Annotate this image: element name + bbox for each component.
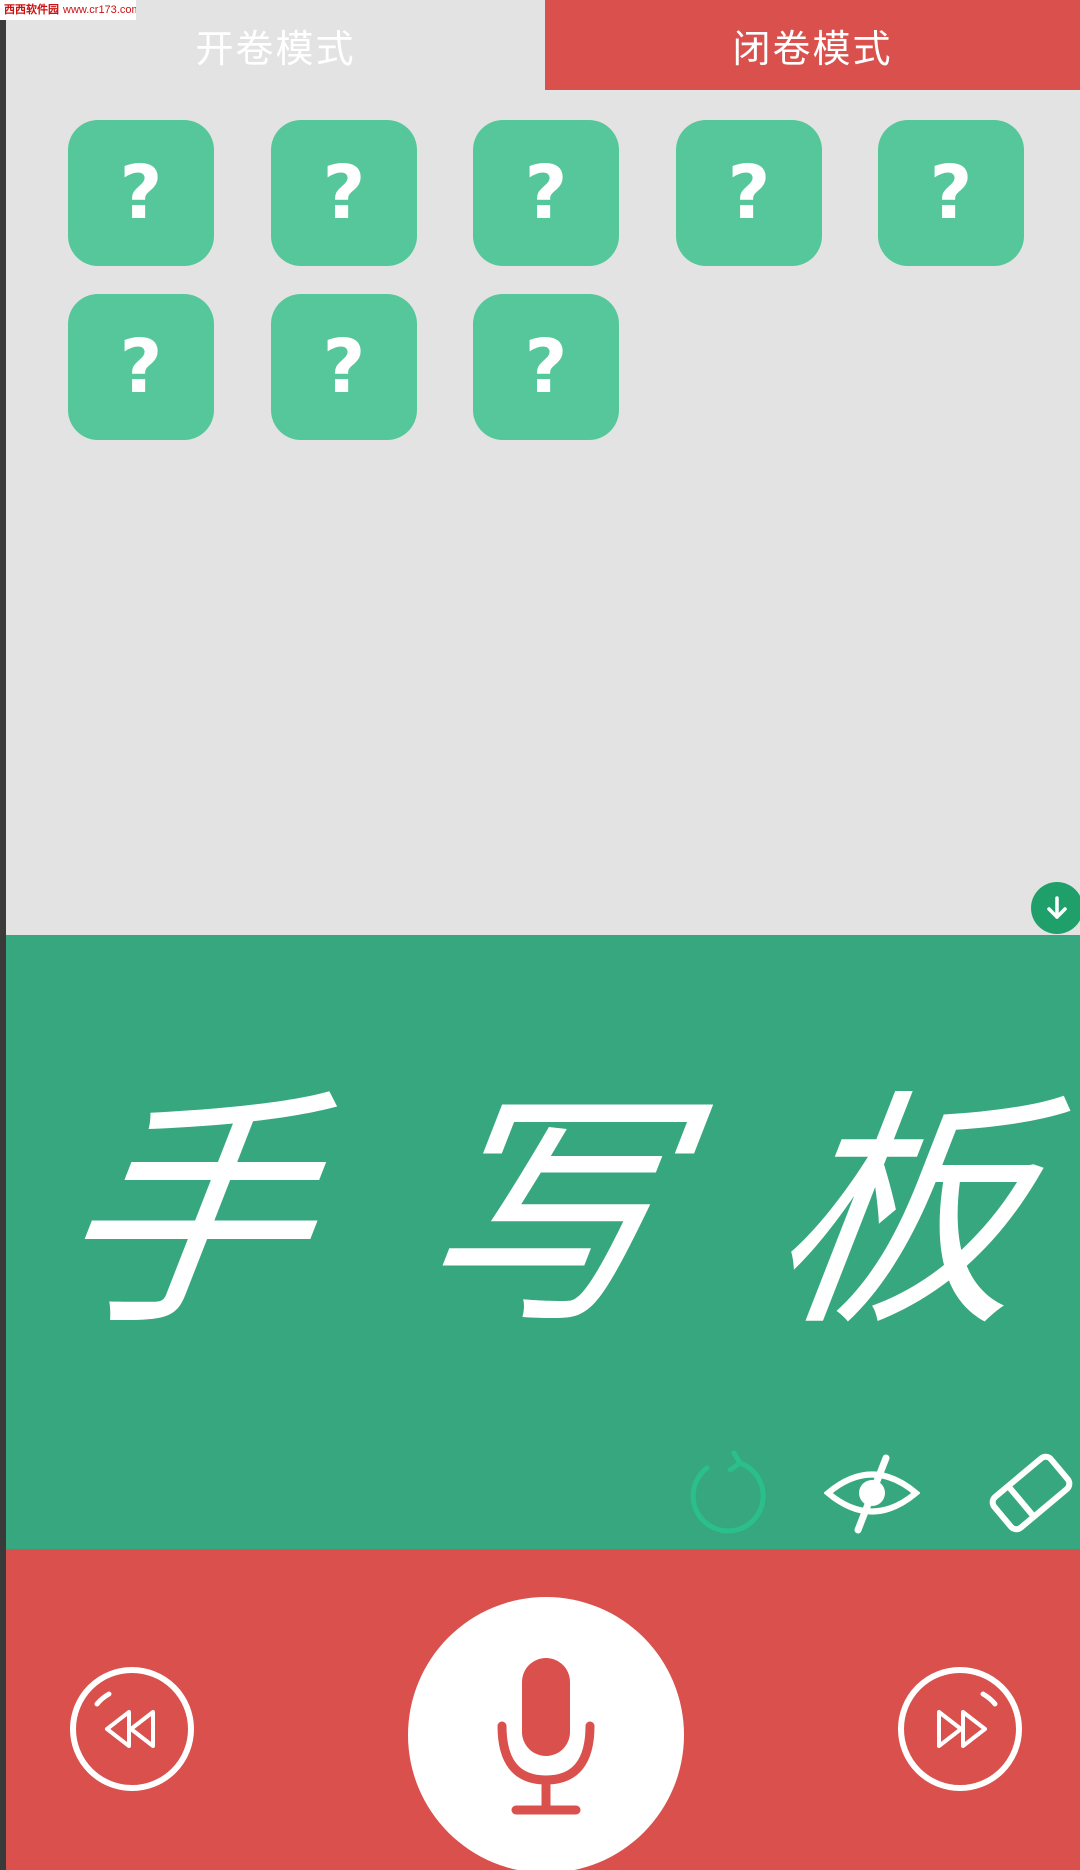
watermark: 西西软件园 www.cr173.com <box>0 0 136 20</box>
microphone-icon <box>497 1658 595 1815</box>
question-card[interactable]: ? <box>271 120 417 266</box>
toggle-visibility-button[interactable] <box>824 1445 920 1541</box>
rewind-button[interactable] <box>67 1664 197 1794</box>
watermark-site-name: 西西软件园 <box>4 4 59 16</box>
voice-control-bar <box>6 1549 1080 1870</box>
watermark-url: www.cr173.com <box>63 4 136 16</box>
eraser-icon <box>989 1453 1073 1533</box>
question-card-label: ? <box>322 150 366 236</box>
tab-closed-book-label: 闭卷模式 <box>732 26 893 71</box>
tab-closed-book-mode[interactable]: 闭卷模式 <box>545 0 1080 90</box>
undo-button[interactable] <box>679 1445 775 1541</box>
handwriting-char: 写 <box>397 1069 689 1360</box>
download-button[interactable] <box>1031 882 1080 934</box>
eye-off-icon <box>824 1454 920 1534</box>
question-card[interactable]: ? <box>473 120 619 266</box>
question-card[interactable]: ? <box>68 294 214 440</box>
question-card-label: ? <box>727 150 771 236</box>
rewind-icon <box>70 1667 194 1791</box>
handwriting-char: 手 <box>39 1069 331 1360</box>
question-card-label: ? <box>119 324 163 410</box>
question-card-label: ? <box>524 324 568 410</box>
handwriting-placeholder: 手 写 板 <box>0 1065 1080 1365</box>
question-card[interactable]: ? <box>473 294 619 440</box>
question-card[interactable]: ? <box>676 120 822 266</box>
fast-forward-icon <box>898 1667 1022 1791</box>
fast-forward-button[interactable] <box>895 1664 1025 1794</box>
handwriting-char: 板 <box>755 1069 1047 1360</box>
question-card-label: ? <box>119 150 163 236</box>
question-card-label: ? <box>322 324 366 410</box>
handwriting-board[interactable]: 手 写 板 <box>6 935 1080 1549</box>
tab-open-book-label: 开卷模式 <box>195 26 356 71</box>
question-card-label: ? <box>929 150 973 236</box>
question-card[interactable]: ? <box>68 120 214 266</box>
question-card[interactable]: ? <box>878 120 1024 266</box>
eraser-button[interactable] <box>982 1445 1080 1541</box>
question-card-label: ? <box>524 150 568 236</box>
microphone-button[interactable] <box>408 1597 684 1870</box>
undo-icon <box>690 1450 766 1534</box>
arrow-down-icon <box>1047 896 1067 919</box>
question-card[interactable]: ? <box>271 294 417 440</box>
